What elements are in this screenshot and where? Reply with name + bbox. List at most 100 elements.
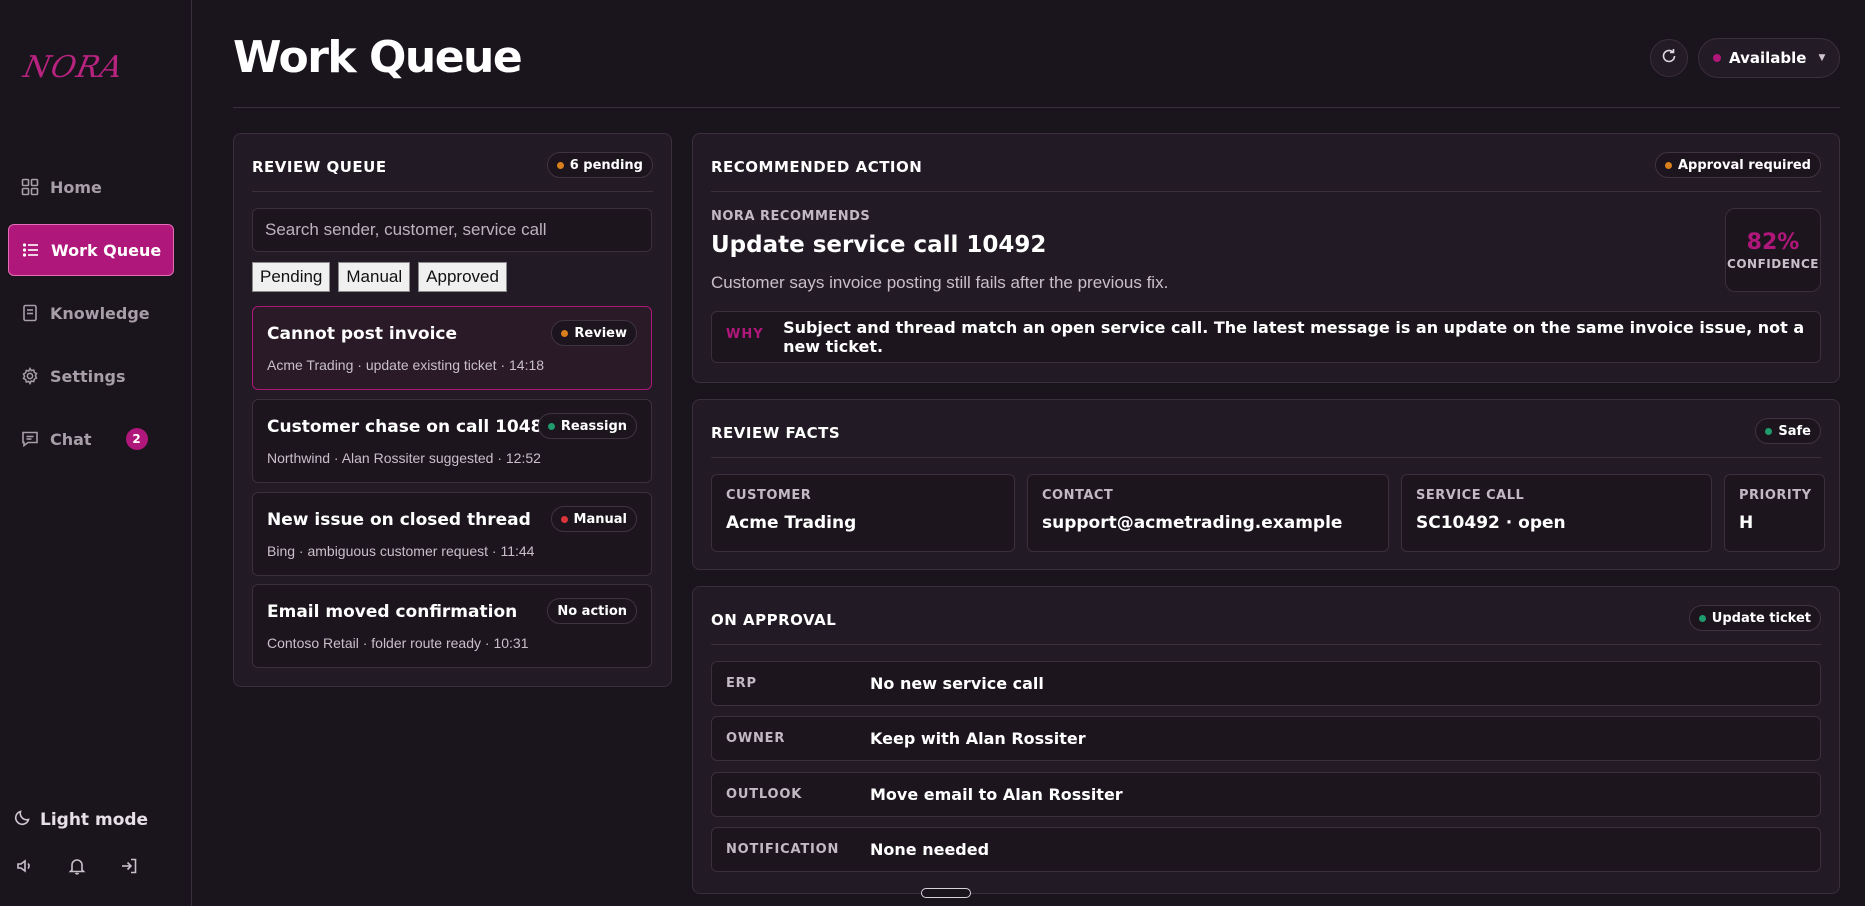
fact-customer: CUSTOMER Acme Trading [711, 474, 1015, 552]
availability-dropdown[interactable]: Available ▼ [1698, 38, 1840, 78]
status-dot [1765, 427, 1773, 435]
approval-key: ERP [726, 676, 757, 691]
status-dot [560, 515, 568, 523]
update-ticket-badge: Update ticket [1688, 605, 1821, 631]
fact-value: H [1739, 513, 1754, 533]
sidebar-item-settings[interactable]: Settings [8, 350, 174, 402]
moon-icon [14, 808, 32, 831]
queue-item-status-badge: Reassign [537, 413, 637, 439]
refresh-button[interactable] [1650, 39, 1688, 77]
on-approval-panel: ON APPROVAL Update ticket ERP No new ser… [692, 586, 1840, 894]
queue-item-subtitle: Northwind · Alan Rossiter suggested · 12… [267, 450, 541, 466]
pending-count-badge: 6 pending [546, 152, 653, 178]
recommended-action-title: RECOMMENDED ACTION [711, 158, 923, 176]
on-approval-title: ON APPROVAL [711, 611, 837, 629]
approval-required-badge: Approval required [1654, 152, 1821, 178]
sidebar-item-label: Chat [50, 429, 92, 449]
recommendation-description: Customer says invoice posting still fail… [711, 273, 1169, 292]
filter-approved-button[interactable]: Approved [418, 262, 507, 292]
page-title: Work Queue [233, 32, 523, 83]
safe-badge: Safe [1755, 418, 1821, 444]
queue-item-status-badge: No action [547, 598, 637, 624]
filter-pending-button[interactable]: Pending [252, 262, 331, 292]
queue-item[interactable]: Cannot post invoice Review Acme Trading … [252, 306, 652, 390]
on-approval-header: ON APPROVAL Update ticket [711, 605, 1821, 645]
status-dot [1698, 614, 1706, 622]
fact-label: PRIORITY [1739, 488, 1812, 503]
sidebar-item-label: Home [50, 177, 102, 197]
logout-icon[interactable] [120, 857, 138, 879]
recommended-action-panel: RECOMMENDED ACTION Approval required NOR… [692, 133, 1840, 383]
sidebar-item-label: Work Queue [51, 240, 162, 260]
sidebar: NORA Home Work Queue Knowledge Settings [0, 0, 192, 906]
why-label: WHY [726, 326, 764, 342]
chat-unread-badge: 2 [125, 428, 148, 450]
status-label: Manual [573, 511, 627, 527]
review-facts-title: REVIEW FACTS [711, 424, 841, 442]
approval-key: OUTLOOK [726, 787, 803, 802]
pending-dot [556, 161, 564, 169]
list-icon [21, 240, 41, 260]
approval-key: OWNER [726, 731, 786, 746]
approval-key: NOTIFICATION [726, 842, 840, 857]
status-dot [561, 329, 569, 337]
confidence-label: CONFIDENCE [1727, 256, 1819, 271]
queue-item-title: New issue on closed thread [267, 510, 531, 530]
sidebar-item-chat[interactable]: Chat 2 [8, 413, 174, 465]
refresh-icon [1660, 47, 1678, 69]
fact-label: CUSTOMER [726, 488, 812, 503]
light-mode-label: Light mode [40, 809, 149, 830]
queue-item[interactable]: Customer chase on call 10481 Reassign No… [252, 399, 652, 483]
why-text: Subject and thread match an open service… [783, 318, 1805, 356]
queue-item[interactable]: New issue on closed thread Manual Bing ·… [252, 492, 652, 576]
app-root: NORA Home Work Queue Knowledge Settings [0, 0, 1865, 906]
queue-item-status-badge: Manual [550, 506, 637, 532]
sidebar-item-knowledge[interactable]: Knowledge [8, 287, 174, 339]
queue-item-title: Email moved confirmation [267, 602, 518, 622]
recommendation-headline: Update service call 10492 [711, 232, 1047, 258]
approval-row-erp: ERP No new service call [711, 661, 1821, 706]
sidebar-footer [16, 857, 138, 879]
fact-priority: PRIORITY H [1724, 474, 1825, 552]
review-facts-panel: REVIEW FACTS Safe CUSTOMER Acme Trading … [692, 399, 1840, 570]
sidebar-item-label: Knowledge [50, 303, 150, 323]
queue-item[interactable]: Email moved confirmation No action Conto… [252, 584, 652, 668]
scroll-handle[interactable] [921, 888, 971, 898]
filter-buttons: Pending Manual Approved [252, 262, 507, 292]
search-input[interactable]: Search sender, customer, service call [252, 208, 652, 252]
availability-label: Available [1729, 49, 1807, 67]
sidebar-item-work-queue[interactable]: Work Queue [8, 224, 174, 276]
recommendation-kicker: NORA RECOMMENDS [711, 209, 871, 224]
status-label: Reassign [560, 418, 627, 434]
status-label: No action [557, 603, 627, 619]
status-dot [547, 422, 555, 430]
queue-item-subtitle: Bing · ambiguous customer request · 11:4… [267, 543, 535, 559]
gear-icon [20, 366, 40, 386]
queue-item-status-badge: Review [551, 320, 637, 346]
approval-row-outlook: OUTLOOK Move email to Alan Rossiter [711, 772, 1821, 817]
review-facts-header: REVIEW FACTS Safe [711, 418, 1821, 458]
review-queue-header: REVIEW QUEUE 6 pending [252, 152, 653, 192]
recommended-action-header: RECOMMENDED ACTION Approval required [711, 152, 1821, 192]
status-label: Approval required [1677, 157, 1811, 173]
review-queue-panel: REVIEW QUEUE 6 pending Search sender, cu… [233, 133, 672, 687]
approval-value: Keep with Alan Rossiter [870, 729, 1086, 748]
bell-icon[interactable] [68, 857, 86, 879]
sidebar-item-home[interactable]: Home [8, 161, 174, 213]
light-mode-toggle[interactable]: Light mode [14, 808, 148, 831]
chevron-down-icon: ▼ [1818, 53, 1826, 63]
approval-value: No new service call [870, 674, 1044, 693]
pending-count-label: 6 pending [569, 157, 643, 173]
speaker-icon[interactable] [16, 857, 34, 879]
sidebar-item-label: Settings [50, 366, 126, 386]
confidence-value: 82% [1746, 229, 1800, 255]
approval-value: Move email to Alan Rossiter [870, 785, 1123, 804]
filter-manual-button[interactable]: Manual [338, 262, 411, 292]
status-label: Review [574, 325, 627, 341]
why-box: WHY Subject and thread match an open ser… [711, 311, 1821, 363]
approval-value: None needed [870, 840, 990, 859]
status-dot [1664, 161, 1672, 169]
fact-value: support@acmetrading.example [1042, 513, 1343, 533]
review-queue-title: REVIEW QUEUE [252, 158, 387, 176]
queue-item-subtitle: Contoso Retail · folder route ready · 10… [267, 635, 529, 651]
